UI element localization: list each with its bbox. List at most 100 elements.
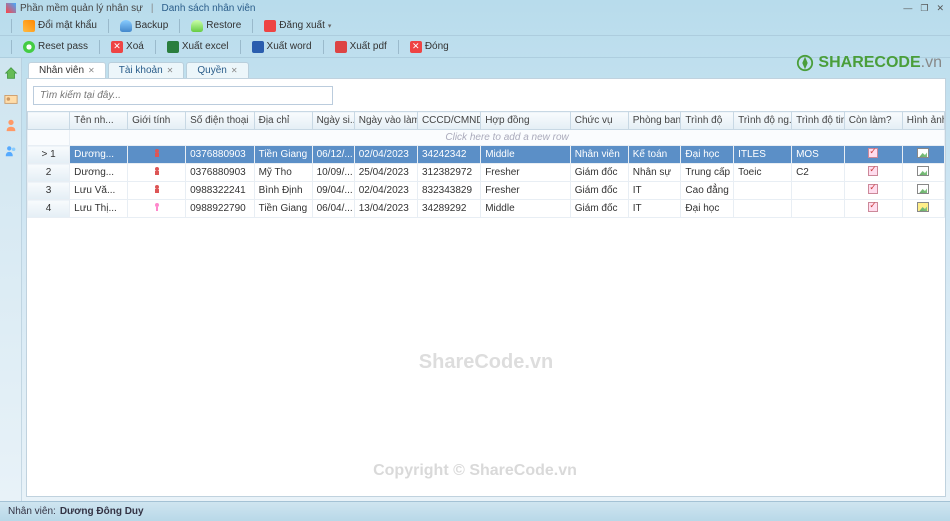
cell-edu: Cao đẳng (681, 182, 734, 200)
cell-it (792, 200, 845, 218)
watermark: ShareCode.vn (419, 351, 553, 374)
column-header[interactable]: Trình độ (681, 112, 734, 130)
cell-working (844, 164, 902, 182)
column-header[interactable]: Phòng ban (628, 112, 681, 130)
cell-phone: 0988322241 (186, 182, 255, 200)
check-icon (868, 166, 878, 176)
restore-button[interactable]: Restore (187, 19, 245, 33)
users-icon[interactable] (4, 144, 18, 158)
window-controls: — ❐ ✕ (903, 3, 944, 14)
tab-close-icon[interactable]: ✕ (231, 66, 238, 75)
cell-addr: Tiền Giang (254, 200, 312, 218)
backup-button[interactable]: Backup (116, 19, 172, 33)
column-header[interactable]: Hình ảnh (902, 112, 944, 130)
cell-birth: 06/04/... (312, 200, 354, 218)
table-row[interactable]: 3Lưu Vă...0988322241Bình Định09/04/...02… (28, 182, 945, 200)
export-pdf-button[interactable]: Xuất pdf (331, 40, 391, 54)
cell-image (902, 164, 944, 182)
tab-tk[interactable]: Tài khoản✕ (108, 62, 185, 78)
home-icon[interactable] (4, 66, 18, 80)
cell-it: MOS (792, 146, 845, 164)
export-excel-button[interactable]: Xuất excel (163, 40, 233, 54)
word-icon (252, 41, 264, 53)
cell-birth: 10/09/... (312, 164, 354, 182)
table-row[interactable]: > 1Dương...0376880903Tiền Giang06/12/...… (28, 146, 945, 164)
cell-id: 34242342 (417, 146, 480, 164)
tab-label: Nhân viên (39, 65, 84, 76)
employee-grid[interactable]: Tên nh...Giới tínhSố điện thoạiĐịa chỉNg… (27, 111, 945, 496)
row-index: 4 (28, 200, 70, 218)
logout-icon (264, 20, 276, 32)
cell-image (902, 182, 944, 200)
cell-dept: IT (628, 182, 681, 200)
cell-id: 312382972 (417, 164, 480, 182)
change-password-button[interactable]: Đổi mật khẩu (19, 19, 101, 33)
image-icon (917, 202, 929, 212)
cell-name: Dương... (70, 146, 128, 164)
row-index: 3 (28, 182, 70, 200)
column-header[interactable]: CCCD/CMND (417, 112, 480, 130)
logout-label: Đăng xuất (279, 20, 325, 31)
delete-button[interactable]: ✕ Xoá (107, 40, 148, 54)
column-header[interactable]: Trình độ tin... (792, 112, 845, 130)
column-header[interactable]: Trình độ ng... (734, 112, 792, 130)
minimize-button[interactable]: — (903, 3, 912, 14)
cell-working (844, 182, 902, 200)
cell-fl: Toeic (734, 164, 792, 182)
id-card-icon[interactable] (4, 92, 18, 106)
cell-birth: 09/04/... (312, 182, 354, 200)
cell-id: 34289292 (417, 200, 480, 218)
cell-name: Dương... (70, 164, 128, 182)
search-input[interactable] (33, 86, 333, 105)
cell-addr: Bình Định (254, 182, 312, 200)
cell-image (902, 200, 944, 218)
cell-fl (734, 182, 792, 200)
logout-button[interactable]: Đăng xuất ▾ (260, 19, 335, 33)
column-header[interactable]: Ngày si... (312, 112, 354, 130)
export-pdf-label: Xuất pdf (350, 41, 387, 52)
new-row[interactable]: Click here to add a new row (28, 130, 945, 146)
status-label: Nhân viên: (8, 506, 56, 517)
cell-dept: Nhân sự (628, 164, 681, 182)
reset-pass-button[interactable]: Reset pass (19, 40, 92, 54)
column-header[interactable]: Còn làm? (844, 112, 902, 130)
table-row[interactable]: 2Dương...0376880903Mỹ Tho10/09/...25/04/… (28, 164, 945, 182)
tab-q[interactable]: Quyền ✕ (186, 62, 248, 78)
user-icon[interactable] (4, 118, 18, 132)
close-button[interactable]: ✕ Đóng (406, 40, 453, 54)
cell-phone: 0376880903 (186, 146, 255, 164)
cell-working (844, 200, 902, 218)
image-icon (917, 166, 929, 176)
tab-close-icon[interactable]: ✕ (167, 66, 174, 75)
maximize-button[interactable]: ❐ (920, 3, 928, 14)
cell-join: 13/04/2023 (354, 200, 417, 218)
table-row[interactable]: 4Lưu Thị...0988922790Tiền Giang06/04/...… (28, 200, 945, 218)
check-icon (868, 148, 878, 158)
export-word-button[interactable]: Xuất word (248, 40, 316, 54)
status-value: Dương Đông Duy (60, 506, 144, 517)
close-window-button[interactable]: ✕ (936, 3, 944, 14)
refresh-icon (23, 41, 35, 53)
cell-contract: Fresher (481, 164, 571, 182)
column-header[interactable]: Giới tính (128, 112, 186, 130)
reset-pass-label: Reset pass (38, 41, 88, 52)
column-header[interactable]: Hợp đồng (481, 112, 571, 130)
cell-edu: Đại học (681, 146, 734, 164)
chevron-down-icon: ▾ (328, 22, 332, 30)
column-header[interactable]: Số điện thoại (186, 112, 255, 130)
column-header[interactable] (28, 112, 70, 130)
image-icon (917, 184, 929, 194)
column-header[interactable]: Ngày vào làm (354, 112, 417, 130)
tab-nv[interactable]: Nhân viên ✕ (28, 62, 106, 78)
tab-panel: Tên nh...Giới tínhSố điện thoạiĐịa chỉNg… (26, 78, 946, 497)
cell-contract: Fresher (481, 182, 571, 200)
cell-it (792, 182, 845, 200)
tab-label: Quyền (197, 65, 226, 76)
cell-dept: IT (628, 200, 681, 218)
column-header[interactable]: Tên nh... (70, 112, 128, 130)
column-header[interactable]: Địa chỉ (254, 112, 312, 130)
column-header[interactable]: Chức vụ (570, 112, 628, 130)
tab-close-icon[interactable]: ✕ (88, 66, 95, 75)
cell-fl: ITLES (734, 146, 792, 164)
cell-name: Lưu Thị... (70, 200, 128, 218)
